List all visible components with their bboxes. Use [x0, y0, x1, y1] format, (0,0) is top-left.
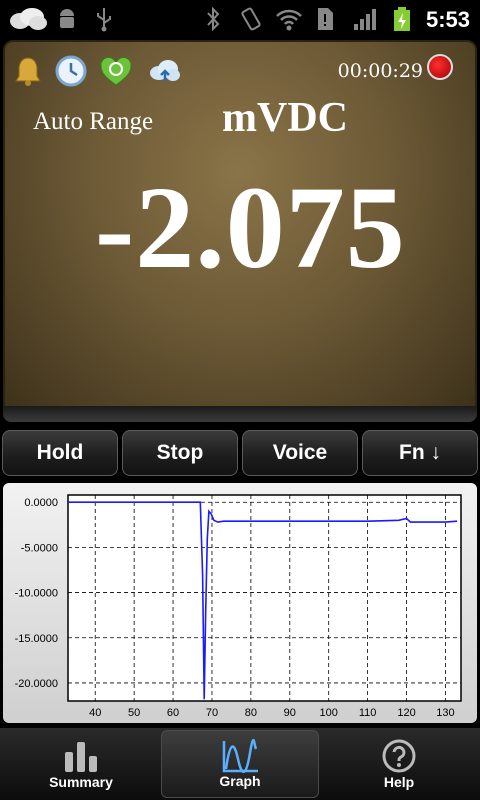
x-tick-label: 90	[284, 707, 296, 719]
x-tick-label: 120	[397, 707, 415, 719]
tab-graph[interactable]: Graph	[161, 730, 319, 798]
sim-alert-icon	[318, 8, 333, 30]
x-tick-label: 110	[359, 707, 377, 719]
x-tick-label: 60	[167, 707, 179, 719]
x-tick-label: 100	[320, 707, 338, 719]
bell-icon[interactable]	[11, 54, 45, 88]
tab-summary[interactable]: Summary	[2, 730, 160, 798]
status-bar: 5:53	[0, 0, 480, 38]
graph-line-icon	[222, 739, 258, 773]
bottom-tab-bar: Summary Graph Help	[0, 728, 480, 800]
meter-display: 00:00:29 Auto Range mVDC -2.075	[3, 40, 477, 416]
tab-summary-label: Summary	[49, 774, 113, 790]
fn-button[interactable]: Fn ↓	[362, 430, 478, 476]
battery-charging-icon	[394, 7, 410, 31]
range-label: Auto Range	[33, 108, 154, 135]
tab-help[interactable]: Help	[320, 730, 478, 798]
bar-chart-icon	[65, 742, 97, 772]
elapsed-timer: 00:00:29	[337, 60, 423, 82]
vibrate-icon	[241, 7, 261, 31]
android-debug-icon	[60, 9, 74, 28]
bluetooth-icon	[207, 6, 220, 32]
y-tick-label: -10.0000	[15, 588, 58, 600]
tab-graph-label: Graph	[219, 773, 261, 789]
y-tick-label: -15.0000	[15, 633, 58, 645]
graph-panel: 40 50 60 70 80 90 100 110 120 130 0.0000 -5.0000 -10…	[3, 483, 477, 723]
stop-button[interactable]: Stop	[122, 430, 238, 476]
x-tick-label: 70	[206, 707, 218, 719]
x-tick-label: 50	[128, 707, 140, 719]
voice-button[interactable]: Voice	[242, 430, 358, 476]
hold-button[interactable]: Hold	[2, 430, 118, 476]
y-tick-label: -5.0000	[21, 542, 58, 554]
x-tick-label: 130	[436, 707, 454, 719]
tab-help-label: Help	[383, 774, 415, 790]
recycle-heart-icon[interactable]	[99, 54, 133, 88]
x-tick-label: 80	[245, 707, 257, 719]
cloud-upload-icon[interactable]	[147, 54, 181, 88]
display-bezel	[3, 406, 477, 422]
x-tick-label: 40	[89, 707, 101, 719]
measurement-reading: -2.075	[95, 162, 406, 293]
wifi-icon	[276, 9, 302, 31]
y-tick-label: 0.0000	[24, 497, 58, 509]
unit-label: mVDC	[222, 95, 348, 141]
help-icon	[382, 739, 416, 773]
clock-time: 5:53	[425, 7, 470, 32]
signal-icon	[354, 9, 376, 30]
function-button-row: Hold Stop Voice Fn ↓	[0, 428, 480, 478]
plot-area	[68, 495, 461, 701]
clock-icon[interactable]	[54, 54, 88, 88]
record-icon[interactable]	[427, 54, 453, 80]
measurement-graph[interactable]: 40 50 60 70 80 90 100 110 120 130 0.0000 -5.0000 -10…	[3, 483, 477, 723]
weather-cloud-icon	[10, 8, 47, 30]
y-tick-label: -20.0000	[15, 678, 58, 690]
usb-icon	[97, 8, 111, 32]
